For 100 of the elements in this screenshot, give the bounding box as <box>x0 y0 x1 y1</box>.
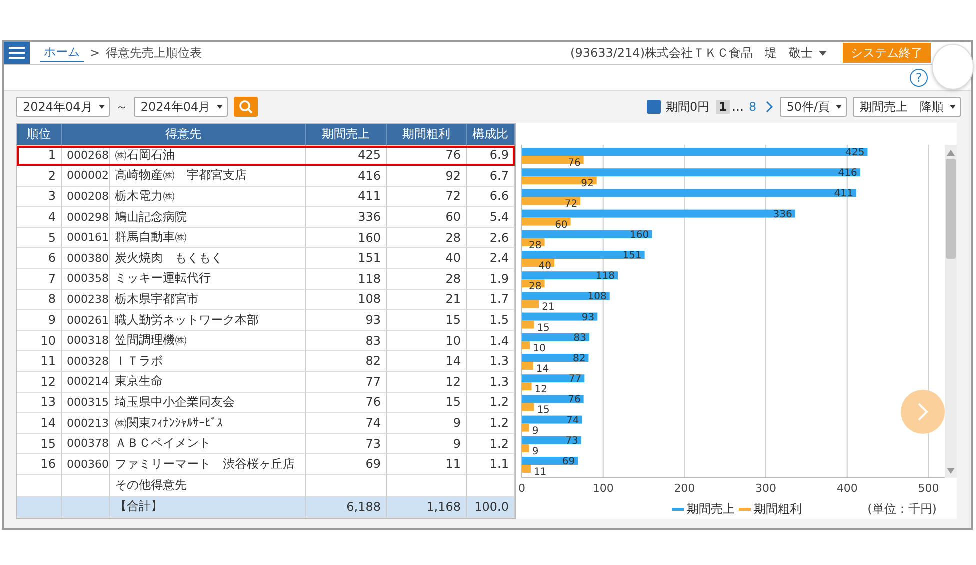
table-row[interactable]: 12 000214 東京生命 77 12 1.3 <box>17 372 515 393</box>
bar-value-label: 93 <box>582 312 595 324</box>
unit-label: (単位：千円) <box>868 500 938 518</box>
checkbox[interactable] <box>647 100 662 114</box>
caret-icon[interactable] <box>950 105 956 109</box>
table-cell: 栃木県宇都宮市 <box>110 290 306 310</box>
caret-icon[interactable] <box>98 105 105 109</box>
bar-value-label: 73 <box>566 436 578 447</box>
axis-tick-label: 300 <box>756 482 777 495</box>
bar-value-label: 77 <box>568 374 582 386</box>
column-header: 期間粗利 <box>387 124 467 146</box>
table-row[interactable]: 6 000380 炭火焼肉 もくもく 151 40 2.4 <box>17 248 515 270</box>
table-row[interactable]: 10 000318 笠間調理機㈱ 83 10 1.4 <box>17 330 515 352</box>
page-link[interactable]: 1 <box>716 100 730 114</box>
table-cell: 000318 <box>62 330 110 352</box>
table-cell: 92 <box>387 166 467 187</box>
column-header: 得意先 <box>62 124 306 146</box>
bar-value-label: 108 <box>588 292 607 303</box>
table-cell: 2.4 <box>467 248 515 270</box>
table-cell: 9 <box>387 413 467 434</box>
table-row[interactable]: 11 000328 ＩＴラボ 82 14 1.3 <box>17 351 515 372</box>
table-cell: 11 <box>17 351 62 372</box>
menu-icon[interactable] <box>9 47 25 59</box>
table-cell: 411 <box>306 186 387 208</box>
bar-value-label: 411 <box>834 188 854 200</box>
table-row[interactable]: 9 000261 職人勤労ネットワーク本部 93 15 1.5 <box>17 310 515 331</box>
table-cell: 1.2 <box>467 413 515 434</box>
table-cell: 群馬自動車㈱ <box>110 228 306 248</box>
table-cell: 1,168 <box>387 496 467 518</box>
table-cell: 1.9 <box>467 269 515 290</box>
table-cell: 6.9 <box>467 146 515 166</box>
search-icon[interactable] <box>238 100 253 114</box>
to-month-select[interactable]: 2024年04月 <box>134 97 228 117</box>
table-row[interactable]: 13 000315 埼玉県中小企業同友会 76 15 1.2 <box>17 392 515 414</box>
table-cell: 10 <box>387 330 467 352</box>
next-page-icon[interactable] <box>766 101 774 113</box>
table-cell: ㈱関東ﾌｨﾅﾝｼｬﾙｻｰﾋﾞｽ <box>110 413 306 434</box>
search-button[interactable] <box>234 97 258 117</box>
table-cell: 000328 <box>62 351 110 372</box>
table-cell: 5 <box>17 228 62 248</box>
table-row[interactable]: 14 000213 ㈱関東ﾌｨﾅﾝｼｬﾙｻｰﾋﾞｽ 74 9 1.2 <box>17 413 515 434</box>
table-row[interactable]: 3 000208 栃木電力㈱ 411 72 6.6 <box>17 186 515 208</box>
sort-select[interactable]: 期間売上 降順 <box>853 97 961 117</box>
bar-value-label: 10 <box>533 343 546 354</box>
table-cell: 1.2 <box>467 392 515 414</box>
table-cell: 100.0 <box>467 496 515 518</box>
page-link[interactable]: 8 <box>746 100 760 114</box>
bar-value-label: 151 <box>622 250 642 262</box>
table-cell: 9 <box>387 434 467 454</box>
table-cell: 1 <box>17 146 62 166</box>
table-cell <box>62 496 110 518</box>
from-month-select[interactable]: 2024年04月 <box>16 97 110 117</box>
bar-value-label: 12 <box>534 384 548 396</box>
table-cell: 1.3 <box>467 372 515 393</box>
table-cell: 000315 <box>62 392 110 414</box>
table-row[interactable]: 4 000298 鳩山記念病院 336 60 5.4 <box>17 207 515 228</box>
bar-value-label: 82 <box>572 354 586 364</box>
table-cell: 151 <box>306 248 387 270</box>
page-size-select[interactable]: 50件/頁 <box>780 97 847 117</box>
table-cell: 1.5 <box>467 310 515 331</box>
table-cell: 6.6 <box>467 186 515 208</box>
menu-button[interactable] <box>4 42 30 64</box>
table-row[interactable]: 1 000268 ㈱石岡石油 425 76 6.9 <box>17 146 515 166</box>
bar-value-label: 15 <box>537 405 550 416</box>
table-row[interactable]: 8 000238 栃木県宇都宮市 108 21 1.7 <box>17 290 515 310</box>
bar-value-label: 14 <box>536 364 550 375</box>
axis-tick-label: 100 <box>592 482 614 495</box>
caret-icon[interactable] <box>836 105 842 109</box>
table-cell: 埼玉県中小企業同友会 <box>110 392 306 414</box>
user-name[interactable]: (93633/214)株式会社ＴＫＣ食品 堤 敬士 <box>570 44 813 62</box>
bar-value-label: 40 <box>538 261 552 272</box>
bar-value-label: 9 <box>532 426 539 437</box>
table-cell: 000238 <box>62 290 110 310</box>
bar-value-label: 336 <box>773 209 792 220</box>
table-cell: 000161 <box>62 228 110 248</box>
table-cell: 000002 <box>62 166 110 187</box>
table-row[interactable]: 5 000161 群馬自動車㈱ 160 28 2.6 <box>17 228 515 248</box>
bar-value-label: 416 <box>838 168 858 180</box>
table-cell: 000268 <box>62 146 110 166</box>
caret-icon[interactable] <box>819 50 827 56</box>
caret-icon[interactable] <box>216 105 223 109</box>
table-row[interactable]: 16 000360 ファミリーマート 渋谷桜ヶ丘店 69 11 1.1 <box>17 454 515 475</box>
table-cell: 4 <box>17 207 62 228</box>
table-row[interactable]: 15 000378 ＡＢＣペイメント 73 9 1.2 <box>17 434 515 454</box>
scrollbar[interactable] <box>945 145 957 478</box>
table-cell: 108 <box>306 290 387 310</box>
table-row[interactable]: 7 000358 ミッキー運転代行 118 28 1.9 <box>17 269 515 290</box>
table-cell: 14 <box>387 351 467 372</box>
help-button[interactable]: ? <box>910 68 928 86</box>
table-cell: 69 <box>306 454 387 475</box>
table-cell: 6,188 <box>306 496 387 518</box>
page-gap: … <box>732 100 744 114</box>
table-cell: 93 <box>306 310 387 331</box>
table-cell: 【合計】 <box>110 496 306 518</box>
table-row[interactable]: 2 000002 高崎物産㈱ 宇都宮支店 416 92 6.7 <box>17 166 515 187</box>
avatar-icon[interactable] <box>932 44 974 90</box>
table-cell: 83 <box>306 330 387 352</box>
table-cell: 1.3 <box>467 351 515 372</box>
home-link[interactable]: ホーム <box>40 44 84 62</box>
legend-swatch <box>738 508 751 510</box>
